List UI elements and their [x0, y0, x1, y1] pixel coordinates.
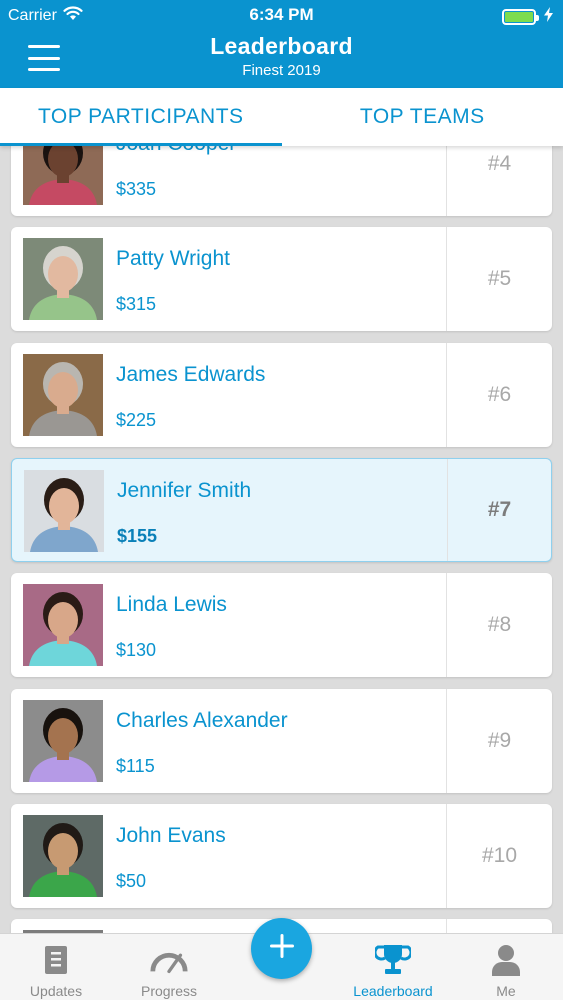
participant-amount: $115: [116, 756, 155, 776]
add-button[interactable]: [251, 918, 312, 979]
charging-bolt-icon: [544, 7, 553, 27]
leaderboard-row[interactable]: Linda Lewis $130 #8: [11, 573, 552, 677]
status-bar: Carrier 6:34 PM: [0, 0, 563, 30]
avatar: [23, 238, 103, 320]
leaderboard-row[interactable]: James Edwards $225 #6: [11, 343, 552, 447]
participant-rank: #7: [487, 498, 512, 521]
participant-name: Linda Lewis: [116, 593, 227, 616]
nav-me[interactable]: Me: [456, 934, 556, 1000]
participant-amount: $130: [116, 640, 157, 660]
participant-amount: $335: [116, 179, 157, 199]
avatar: [24, 470, 104, 552]
participant-name: Jennifer Smith: [117, 479, 252, 502]
gauge-icon: [149, 942, 189, 978]
avatar: [23, 584, 103, 666]
updates-icon: [36, 942, 76, 978]
leaderboard-row[interactable]: Patty Wright $315 #5: [11, 227, 552, 331]
plus-icon: [268, 932, 296, 965]
nav-updates-label: Updates: [29, 983, 83, 999]
avatar: [23, 700, 103, 782]
participant-rank: #8: [487, 613, 512, 636]
leaderboard-row[interactable]: Charles Alexander $115 #9: [11, 689, 552, 793]
participant-rank: #10: [481, 844, 518, 867]
participant-rank: #5: [487, 267, 512, 290]
battery-indicator: [502, 7, 553, 27]
battery-icon: [502, 9, 539, 25]
page-title: Leaderboard: [210, 33, 353, 59]
avatar: [23, 146, 103, 205]
person-icon: [486, 942, 526, 978]
participant-name: Charles Alexander: [116, 709, 288, 732]
status-time: 6:34 PM: [249, 5, 314, 24]
participant-name: James Edwards: [116, 363, 266, 386]
nav-updates[interactable]: Updates: [6, 934, 106, 1000]
avatar: [23, 815, 103, 897]
participant-amount: $155: [117, 526, 158, 546]
participant-amount: $225: [116, 410, 157, 430]
nav-progress[interactable]: Progress: [119, 934, 219, 1000]
participant-amount: $315: [116, 294, 157, 314]
participant-name: John Evans: [116, 824, 226, 847]
participant-rank: #4: [487, 152, 512, 175]
leaderboard-row[interactable]: Joan Cooper $335 #4: [11, 146, 552, 216]
participant-amount: $50: [116, 871, 147, 891]
leaderboard-row[interactable]: John Evans $50 #10: [11, 804, 552, 908]
avatar: [23, 354, 103, 436]
participant-name: Patty Wright: [116, 247, 230, 270]
participant-rank: [447, 919, 552, 933]
app-header: Leaderboard Finest 2019: [0, 30, 563, 88]
participant-name: Joan Cooper: [116, 146, 236, 156]
nav-progress-label: Progress: [140, 983, 198, 999]
participant-rank: #9: [487, 729, 512, 752]
leaderboard-row[interactable]: Jennifer Smith $155 #7: [11, 458, 552, 562]
participant-rank: #6: [487, 383, 512, 406]
tab-top-teams[interactable]: TOP TEAMS: [282, 88, 563, 146]
nav-leaderboard-label: Leaderboard: [353, 983, 433, 999]
tab-top-participants[interactable]: TOP PARTICIPANTS: [0, 88, 282, 146]
leaderboard-list[interactable]: Joan Cooper $335 #4 Patty Wright $315 #5…: [0, 146, 563, 933]
leaderboard-tabs: TOP PARTICIPANTS TOP TEAMS: [0, 88, 563, 146]
trophy-icon: [373, 942, 413, 978]
nav-leaderboard[interactable]: Leaderboard: [343, 934, 443, 1000]
nav-me-label: Me: [496, 983, 516, 999]
page-subtitle: Finest 2019: [242, 62, 321, 79]
